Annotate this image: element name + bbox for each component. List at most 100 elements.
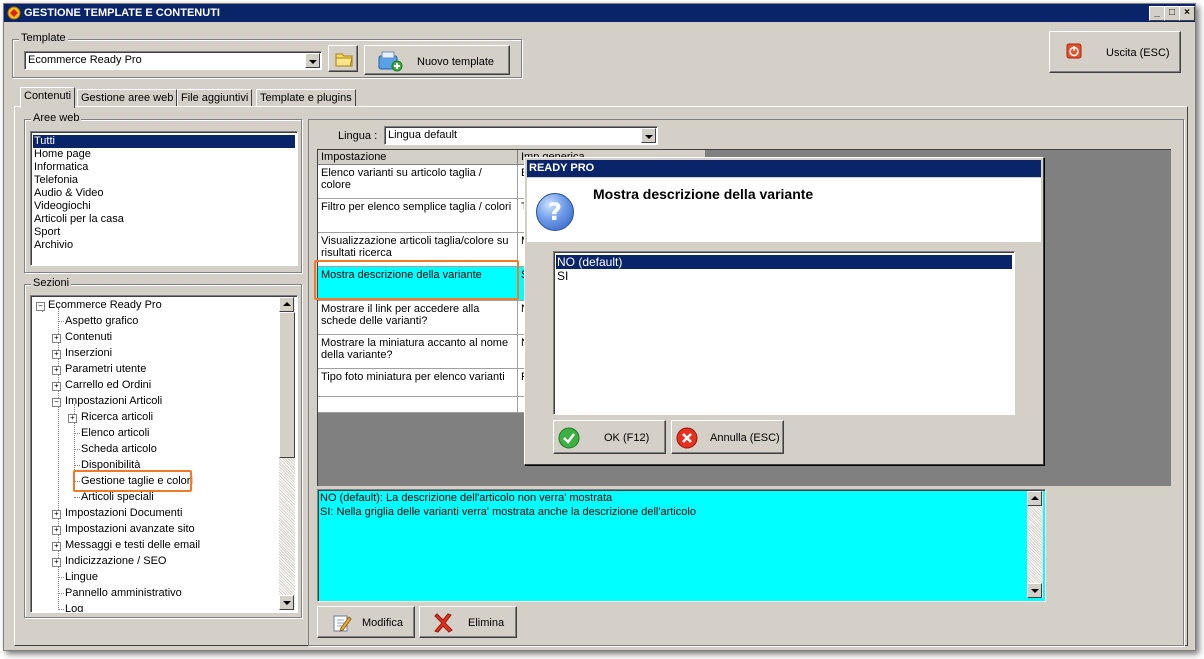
scroll-down-arrow-icon[interactable]	[279, 595, 294, 610]
tree-item-impostazioni-avanzate-sito[interactable]: Impostazioni avanzate sito	[65, 521, 195, 537]
new-template-button[interactable]: Nuovo template	[364, 45, 510, 75]
template-select[interactable]: Ecommerce Ready Pro	[24, 51, 322, 70]
delete-x-icon	[434, 613, 453, 633]
grid-cell-setting[interactable]: Tipo foto miniatura per elenco varianti	[318, 369, 518, 397]
list-item[interactable]: Articoli per la casa	[33, 213, 295, 226]
tree-item-log[interactable]: Log	[65, 601, 83, 612]
memo-scrollbar[interactable]	[1027, 491, 1043, 598]
tab-file-aggiuntivi-label: File aggiuntivi	[181, 92, 249, 104]
chevron-down-icon[interactable]	[305, 53, 320, 68]
folder-icon	[335, 53, 353, 67]
list-item[interactable]: Audio & Video	[33, 187, 295, 200]
tree-item-impostazioni-documenti[interactable]: Impostazioni Documenti	[65, 505, 182, 521]
ok-label: OK (F12)	[604, 432, 650, 444]
tree-item-indicizzazione-seo[interactable]: Indicizzazione / SEO	[65, 553, 167, 569]
chevron-down-icon[interactable]	[641, 128, 656, 143]
tree-item-ecommerce-ready-pro[interactable]: Ecommerce Ready Pro	[48, 297, 162, 313]
tree-connector	[74, 465, 80, 466]
grid-cell-setting[interactable]: Filtro per elenco semplice taglia / colo…	[318, 199, 518, 233]
modifica-button[interactable]: Modifica	[317, 606, 415, 638]
edit-icon	[333, 615, 352, 632]
sezioni-tree[interactable]: − Ecommerce Ready Pro Aspetto grafico + …	[30, 295, 298, 613]
dialog-header: ? Mostra descrizione della variante	[527, 178, 1041, 242]
grid-cell-setting[interactable]: Mostrare il link per accedere alla sched…	[318, 301, 518, 335]
list-item[interactable]: Telefonia	[33, 174, 295, 187]
dialog-titlebar[interactable]: READY PRO	[527, 160, 1041, 177]
lingua-select[interactable]: Lingua default	[384, 126, 658, 145]
tree-item-parametri-utente[interactable]: Parametri utente	[65, 361, 146, 377]
list-item[interactable]: Videogiochi	[33, 200, 295, 213]
checkmark-icon	[558, 427, 580, 449]
annotation-highlight	[314, 260, 519, 300]
elimina-button[interactable]: Elimina	[419, 606, 517, 638]
window-titlebar[interactable]: GESTIONE TEMPLATE E CONTENUTI _ □ ×	[4, 4, 1195, 22]
scroll-up-arrow-icon[interactable]	[279, 297, 294, 312]
tab-gestione-aree-web-label: Gestione aree web	[81, 92, 174, 104]
tree-connector	[74, 497, 80, 498]
dialog-options-list[interactable]: NO (default) SI	[553, 251, 1015, 415]
expand-icon[interactable]: +	[52, 366, 61, 375]
tab-file-aggiuntivi[interactable]: File aggiuntivi	[177, 89, 253, 107]
list-item[interactable]: Home page	[33, 148, 295, 161]
expand-icon[interactable]: +	[52, 526, 61, 535]
tree-item-elenco-articoli[interactable]: Elenco articoli	[81, 425, 149, 441]
lingua-label: Lingua :	[338, 130, 378, 142]
list-item[interactable]: Informatica	[33, 161, 295, 174]
expand-icon[interactable]: +	[52, 334, 61, 343]
tab-template-plugins[interactable]: Template e plugins	[256, 89, 356, 107]
grid-cell-setting[interactable]	[318, 397, 518, 413]
grid-cell-setting[interactable]: Elenco varianti su articolo taglia / col…	[318, 165, 518, 199]
expand-icon[interactable]: +	[52, 350, 61, 359]
cancel-button[interactable]: Annulla (ESC)	[671, 420, 784, 454]
tree-item-impostazioni-articoli[interactable]: Impostazioni Articoli	[65, 393, 162, 409]
description-line: NO (default): La descrizione dell'artico…	[320, 492, 613, 504]
description-memo[interactable]: NO (default): La descrizione dell'artico…	[317, 489, 1046, 602]
tree-item-ricerca-articoli[interactable]: Ricerca articoli	[81, 409, 153, 425]
scroll-thumb[interactable]	[279, 312, 295, 458]
tab-gestione-aree-web[interactable]: Gestione aree web	[77, 89, 178, 107]
list-item[interactable]: Sport	[33, 226, 295, 239]
scroll-down-arrow-icon[interactable]	[1027, 583, 1042, 598]
choice-dialog: READY PRO ? Mostra descrizione della var…	[524, 157, 1044, 465]
list-item[interactable]: Tutti	[33, 135, 295, 148]
collapse-icon[interactable]: −	[52, 398, 61, 407]
expand-icon[interactable]: +	[52, 558, 61, 567]
open-folder-button[interactable]	[328, 45, 358, 72]
grid-cell-setting[interactable]: Mostrare la miniatura accanto al nome de…	[318, 335, 518, 369]
tree-connector	[58, 593, 64, 594]
collapse-icon[interactable]: −	[36, 302, 45, 311]
tree-item-lingue[interactable]: Lingue	[65, 569, 98, 585]
template-group-label: Template	[19, 32, 68, 44]
tree-connector	[74, 449, 80, 450]
tree-item-contenuti[interactable]: Contenuti	[65, 329, 112, 345]
tree-item-aspetto-grafico[interactable]: Aspetto grafico	[65, 313, 138, 329]
tree-item-carrello-ordini[interactable]: Carrello ed Ordini	[65, 377, 151, 393]
tab-template-plugins-label: Template e plugins	[260, 92, 352, 104]
exit-button[interactable]: Uscita (ESC)	[1049, 31, 1181, 73]
sezioni-scrollbar[interactable]	[279, 297, 295, 610]
expand-icon[interactable]: +	[52, 510, 61, 519]
question-icon: ?	[536, 193, 574, 231]
maximize-button[interactable]: □	[1164, 6, 1180, 21]
window-title: GESTIONE TEMPLATE E CONTENUTI	[24, 7, 220, 19]
tree-item-messaggi-email[interactable]: Messaggi e testi delle email	[65, 537, 200, 553]
tree-item-inserzioni[interactable]: Inserzioni	[65, 345, 112, 361]
minimize-button[interactable]: _	[1149, 6, 1165, 21]
aree-web-label: Aree web	[31, 112, 82, 124]
cancel-x-icon	[676, 427, 698, 449]
aree-web-list[interactable]: Tutti Home page Informatica Telefonia Au…	[30, 131, 298, 266]
tree-item-scheda-articolo[interactable]: Scheda articolo	[81, 441, 157, 457]
close-button[interactable]: ×	[1179, 6, 1195, 21]
ok-button[interactable]: OK (F12)	[553, 420, 666, 454]
list-item[interactable]: Archivio	[33, 239, 295, 252]
tree-item-pannello-amministrativo[interactable]: Pannello amministrativo	[65, 585, 182, 601]
scroll-up-arrow-icon[interactable]	[1027, 491, 1042, 506]
option-item[interactable]: SI	[556, 269, 1012, 283]
expand-icon[interactable]: +	[68, 414, 77, 423]
expand-icon[interactable]: +	[52, 382, 61, 391]
grid-header-impostazione[interactable]: Impostazione	[318, 150, 518, 165]
option-item[interactable]: NO (default)	[556, 255, 1012, 269]
tree-connector	[58, 577, 64, 578]
expand-icon[interactable]: +	[52, 542, 61, 551]
tab-contenuti[interactable]: Contenuti	[20, 87, 76, 108]
